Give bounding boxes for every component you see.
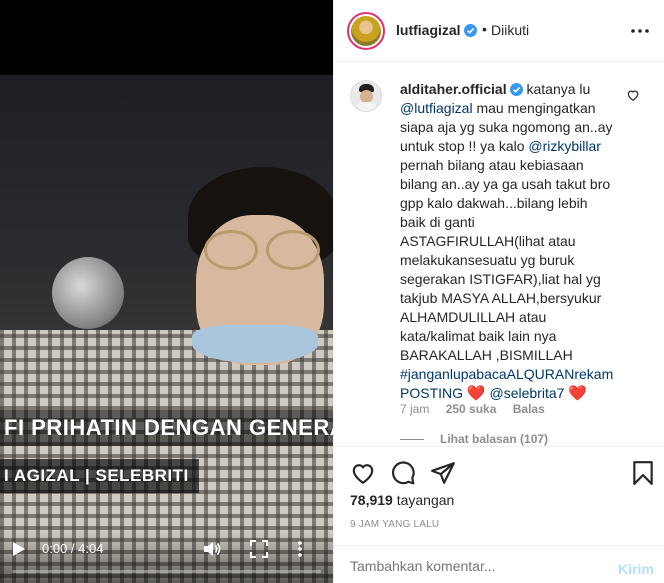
post-actions-bar [334, 446, 664, 496]
more-options-icon[interactable] [630, 22, 650, 40]
more-vertical-icon[interactable] [297, 540, 303, 558]
comment-tag-link[interactable]: @selebrita7 [489, 385, 564, 401]
video-subcaption: I AGIZAL | SELEBRITI [0, 459, 199, 493]
avatar[interactable] [347, 12, 385, 50]
comment-text-segment: pernah bilang atau kebiasaan bilang an..… [400, 157, 611, 363]
comment-avatar[interactable] [350, 80, 382, 112]
share-icon[interactable] [430, 460, 456, 486]
fullscreen-icon[interactable] [250, 540, 268, 558]
post-header: lutfiagizal • Diikuti [334, 0, 664, 62]
video-frame [0, 75, 333, 583]
comment-input[interactable] [350, 558, 590, 574]
video-controls-bar [0, 531, 333, 583]
comment-time[interactable]: 7 jam [400, 402, 429, 416]
view-count[interactable]: 78,919 tayangan [350, 492, 454, 508]
comment-likes[interactable]: 250 suka [446, 402, 497, 416]
view-replies-link[interactable]: Lihat balasan (107) [400, 432, 548, 446]
heart-emoji-icon: ❤️ [466, 385, 486, 402]
post-side-panel: lutfiagizal • Diikuti alditaher.official… [333, 0, 664, 583]
video-glasses-shape [200, 230, 330, 274]
view-count-label: tayangan [396, 492, 455, 508]
comment-tag-link[interactable]: POSTING [400, 385, 463, 401]
send-comment-button[interactable]: Kirim [618, 561, 654, 577]
comment-tag-link[interactable]: @rizkybillar [528, 138, 601, 154]
comment-text-segment: katanya lu [522, 81, 591, 97]
video-caption: FI PRIHATIN DENGAN GENERASI KIDS JA [0, 410, 333, 446]
comment-meta: 7 jam 250 suka Balas [400, 402, 558, 416]
like-heart-icon[interactable] [350, 460, 376, 486]
play-icon[interactable] [12, 542, 26, 556]
add-comment-section: Kirim [334, 545, 664, 583]
follow-status-button[interactable]: Diikuti [491, 22, 529, 38]
replies-divider [400, 439, 424, 441]
video-helmet-shape [52, 257, 124, 329]
comment-tag-link[interactable]: @lutfiagizal [400, 100, 473, 116]
comment-tag-link[interactable]: #janganlupabacaALQURANrekam [400, 366, 613, 382]
comment-body: alditaher.official katanya lu @lutfiagiz… [400, 80, 614, 403]
comment-icon[interactable] [390, 460, 416, 486]
verified-badge-icon [509, 83, 523, 96]
view-replies-label[interactable]: Lihat balasan (107) [440, 432, 548, 446]
heart-emoji-icon: ❤️ [568, 385, 587, 402]
post-timestamp[interactable]: 9 JAM YANG LALU [350, 519, 439, 530]
video-time: 0:00 / 4:04 [42, 541, 104, 556]
reply-button[interactable]: Balas [513, 402, 545, 416]
video-player[interactable]: FI PRIHATIN DENGAN GENERASI KIDS JA I AG… [0, 0, 333, 583]
post-author[interactable]: lutfiagizal [396, 22, 477, 38]
save-bookmark-icon[interactable] [630, 460, 656, 486]
comment-author[interactable]: alditaher.official [400, 81, 507, 97]
comment-like-heart-icon[interactable] [626, 88, 640, 102]
header-separator: • [482, 21, 487, 37]
video-progress-bar[interactable] [12, 570, 321, 573]
verified-badge-icon [463, 24, 477, 37]
video-mask-shape [192, 325, 318, 363]
post-author-username[interactable]: lutfiagizal [396, 22, 461, 38]
view-count-number: 78,919 [350, 492, 393, 508]
volume-icon[interactable] [203, 540, 221, 558]
